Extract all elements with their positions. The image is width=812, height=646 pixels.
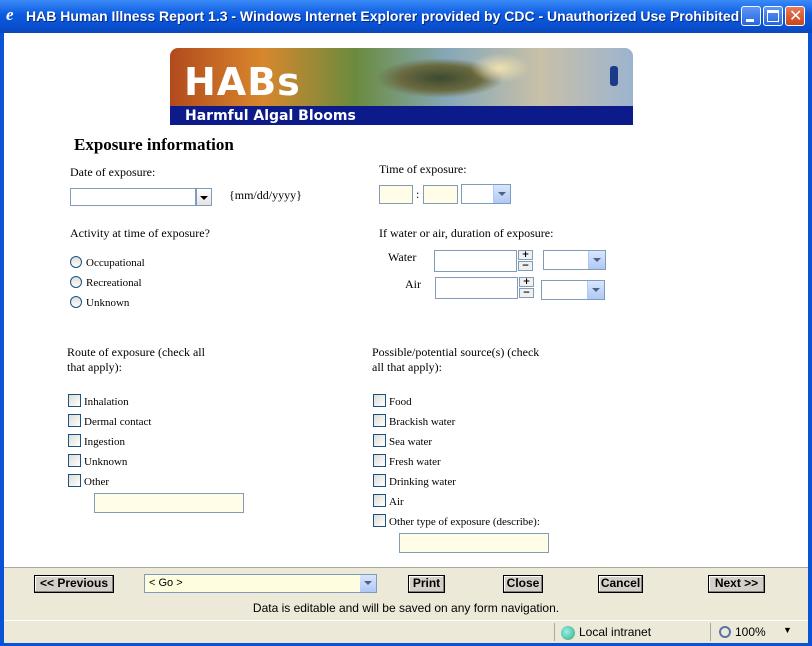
minimize-button[interactable] [741,6,761,26]
minus-icon[interactable]: − [518,261,533,271]
page-heading: Exposure information [74,135,234,154]
time-hour-input[interactable] [379,185,413,204]
duration-label: If water or air, duration of exposure: [379,226,554,240]
radio-recreational[interactable] [70,276,82,288]
checkbox-drinking-water[interactable] [373,474,386,487]
checkbox-other-exposure-label: Other type of exposure (describe): [389,516,540,528]
checkbox-air[interactable] [373,494,386,507]
activity-label: Activity at time of exposure? [70,226,210,240]
checkbox-route-unknown-label: Unknown [84,456,128,468]
checkbox-other-exposure[interactable] [373,514,386,527]
window-title: HAB Human Illness Report 1.3 - Windows I… [26,8,740,24]
radio-unknown-label: Unknown [86,297,130,309]
cancel-button[interactable]: Cancel [598,575,643,593]
checkbox-food[interactable] [373,394,386,407]
water-duration-stepper[interactable]: + − [518,250,533,272]
air-duration-stepper[interactable]: + − [519,277,534,299]
habs-banner: HABs Harmful Algal Blooms [170,48,633,125]
chevron-down-icon: ▼ [783,625,792,635]
banner-subtitle: Harmful Algal Blooms [185,108,356,124]
close-window-button[interactable]: ✕ [785,6,805,26]
time-minute-input[interactable] [423,185,458,204]
date-input[interactable] [70,188,196,206]
checkbox-inhalation[interactable] [68,394,81,407]
route-label-line2: that apply): [67,360,122,374]
water-label: Water [388,250,417,264]
zoom-control[interactable]: 100% ▼ [710,623,807,641]
source-label-line2: all that apply): [372,360,442,374]
browser-window: e HAB Human Illness Report 1.3 - Windows… [0,0,812,646]
route-other-input[interactable] [94,493,244,513]
zoom-icon [719,626,731,638]
save-notice: Data is editable and will be saved on an… [252,601,560,615]
close-button[interactable]: Close [503,575,543,593]
zone-segment: Local intranet [554,623,705,641]
print-button[interactable]: Print [408,575,445,593]
checkbox-inhalation-label: Inhalation [84,396,129,408]
checkbox-air-label: Air [389,496,404,508]
air-duration-unit-select[interactable] [541,280,605,300]
checkbox-route-unknown[interactable] [68,454,81,467]
form-navigation-bar: << Previous < Go > Print Close Cancel Ne… [4,567,808,620]
plus-icon[interactable]: + [518,250,533,260]
checkbox-brackish-water-label: Brackish water [389,416,456,428]
previous-button[interactable]: << Previous [34,575,114,593]
checkbox-sea-water[interactable] [373,434,386,447]
minus-icon[interactable]: − [519,288,534,298]
maximize-icon [767,10,779,22]
time-separator: : [416,187,420,201]
water-duration-input[interactable] [434,250,517,272]
checkbox-brackish-water[interactable] [373,414,386,427]
chevron-down-icon [593,258,601,262]
status-bar: Local intranet 100% ▼ [4,620,808,643]
go-select[interactable]: < Go > [144,574,377,593]
next-button[interactable]: Next >> [708,575,765,593]
air-duration-input[interactable] [435,277,518,299]
chevron-down-icon [498,192,506,196]
close-icon: ✕ [789,6,803,25]
radio-unknown[interactable] [70,296,82,308]
title-bar: e HAB Human Illness Report 1.3 - Windows… [0,0,812,33]
page-content: HABs Harmful Algal Blooms Exposure infor… [4,33,808,567]
route-label-line1: Route of exposure (check all [67,345,205,359]
banner-person-image [610,66,618,86]
checkbox-fresh-water[interactable] [373,454,386,467]
checkbox-food-label: Food [389,396,412,408]
checkbox-ingestion[interactable] [68,434,81,447]
radio-recreational-label: Recreational [86,277,142,289]
banner-fish-image-2 [470,53,530,83]
checkbox-route-other-label: Other [84,476,110,488]
zone-text: Local intranet [579,625,652,639]
checkbox-fresh-water-label: Fresh water [389,456,441,468]
maximize-button[interactable] [763,6,783,26]
time-label: Time of exposure: [379,162,467,176]
ie-icon: e [6,5,14,24]
chevron-down-icon [364,581,372,585]
checkbox-route-other[interactable] [68,474,81,487]
checkbox-drinking-water-label: Drinking water [389,476,456,488]
date-format-hint: {mm/dd/yyyy} [229,188,302,202]
checkbox-sea-water-label: Sea water [389,436,433,448]
time-ampm-select[interactable] [461,184,511,204]
date-picker-button[interactable] [196,188,212,206]
water-duration-unit-select[interactable] [543,250,606,270]
checkbox-ingestion-label: Ingestion [84,436,125,448]
go-select-value: < Go > [149,577,183,589]
radio-occupational[interactable] [70,256,82,268]
checkbox-dermal-contact[interactable] [68,414,81,427]
globe-icon [561,626,575,640]
checkbox-dermal-contact-label: Dermal contact [84,416,152,428]
chevron-down-icon [592,288,600,292]
air-label: Air [405,277,421,291]
radio-occupational-label: Occupational [86,257,145,269]
minimize-icon [746,19,754,22]
banner-logo: HABs [184,60,301,104]
date-label: Date of exposure: [70,165,156,179]
plus-icon[interactable]: + [519,277,534,287]
source-label-line1: Possible/potential source(s) (check [372,345,540,359]
chevron-down-icon [200,196,208,200]
source-other-input[interactable] [399,533,549,553]
zoom-level: 100% [735,625,766,639]
